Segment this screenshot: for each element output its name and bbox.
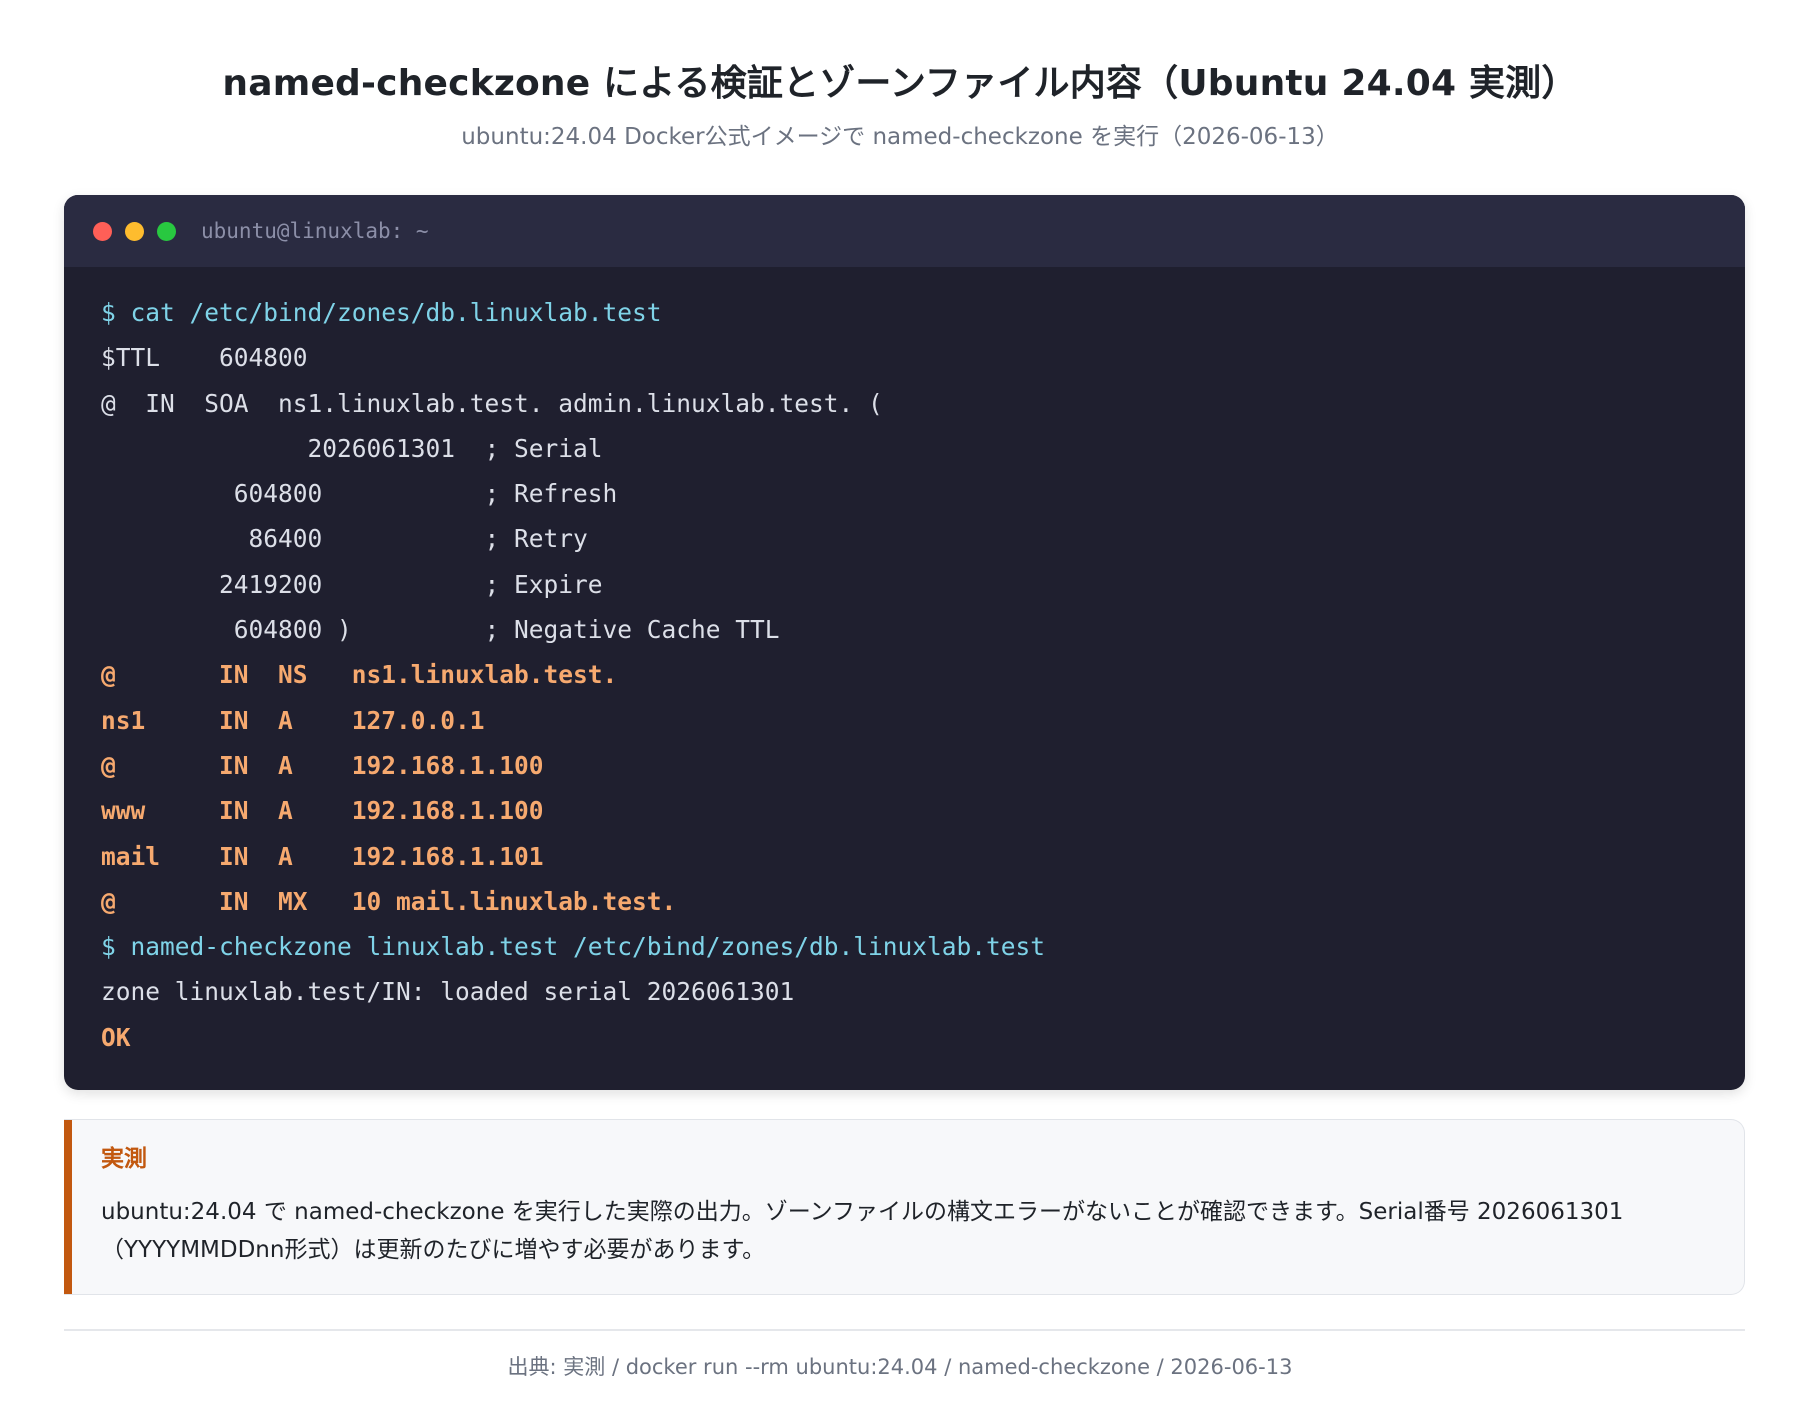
terminal-command-line: $ named-checkzone linuxlab.test /etc/bin… [101, 932, 1046, 962]
terminal-record-line: mail IN A 192.168.1.101 [101, 841, 544, 871]
terminal-output-line: 2419200 ; Expire [101, 569, 603, 599]
terminal-record-line: OK [101, 1022, 131, 1052]
terminal-command-line: $ cat /etc/bind/zones/db.linuxlab.test [101, 298, 662, 327]
terminal-output-line: 604800 ; Refresh [101, 479, 618, 509]
page-title: named-checkzone による検証とゾーンファイル内容（Ubuntu 2… [222, 63, 1578, 104]
terminal-record-line: @ IN MX 10 mail.linuxlab.test. [101, 886, 677, 916]
footer-source: 出典: 実測 / docker run --rm ubuntu:24.04 / … [507, 1355, 1293, 1379]
close-dot-icon[interactable] [93, 222, 112, 241]
maximize-dot-icon[interactable] [157, 222, 176, 241]
terminal-output-line: zone linuxlab.test/IN: loaded serial 202… [101, 977, 795, 1007]
terminal-output-line: 86400 ; Retry [101, 524, 588, 554]
terminal-record-line: @ IN A 192.168.1.100 [101, 750, 544, 780]
terminal-output-line: $TTL 604800 [101, 343, 308, 373]
terminal-output-line: @ IN SOA ns1.linuxlab.test. admin.linuxl… [101, 388, 883, 418]
terminal-title-bar: ubuntu@linuxlab: ~ [64, 195, 1745, 267]
terminal-output[interactable]: $ cat /etc/bind/zones/db.linuxlab.test $T… [101, 290, 1715, 1060]
terminal-output-line: 2026061301 ; Serial [101, 433, 603, 463]
note-callout: 実測 ubuntu:24.04 で named-checkzone を実行した実… [64, 1119, 1745, 1295]
terminal-window: ubuntu@linuxlab: ~ $ cat /etc/bind/zones… [64, 195, 1745, 1090]
footer-divider [64, 1329, 1745, 1331]
callout-title: 実測 [101, 1146, 147, 1172]
minimize-dot-icon[interactable] [125, 222, 144, 241]
callout-accent-bar [64, 1120, 72, 1294]
callout-text: ubuntu:24.04 で named-checkzone を実行した実際の出… [101, 1199, 1624, 1263]
terminal-record-line: www IN A 192.168.1.100 [101, 796, 544, 826]
page-subtitle: ubuntu:24.04 Docker公式イメージで named-checkzo… [461, 124, 1339, 150]
terminal-record-line: @ IN NS ns1.linuxlab.test. [101, 660, 618, 690]
terminal-window-title: ubuntu@linuxlab: ~ [201, 219, 429, 243]
terminal-record-line: ns1 IN A 127.0.0.1 [101, 705, 485, 735]
terminal-output-line: 604800 ) ; Negative Cache TTL [101, 615, 780, 645]
